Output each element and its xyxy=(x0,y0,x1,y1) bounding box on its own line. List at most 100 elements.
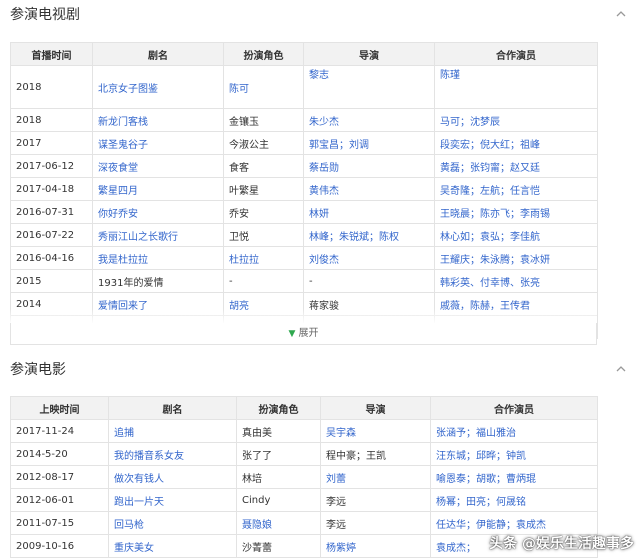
cell-costars: 林心如；袁弘；李佳航 xyxy=(434,223,598,247)
title-link[interactable]: 繁星四月 xyxy=(98,186,138,197)
director-link[interactable]: 林峰；朱锐斌；陈权 xyxy=(309,232,399,243)
title-link[interactable]: 你好乔安 xyxy=(98,209,138,220)
role-text: 张了了 xyxy=(242,450,272,462)
col-header-role: 扮演角色 xyxy=(223,42,304,66)
col-header-director: 导演 xyxy=(303,42,435,66)
title-link[interactable]: 重庆美女 xyxy=(114,543,154,554)
cell-title: 我是杜拉拉 xyxy=(92,246,224,270)
director-text: 李远 xyxy=(326,519,346,531)
cell-title: 你好乔安 xyxy=(92,200,224,224)
col-header-costars: 合作演员 xyxy=(434,42,598,66)
title-link[interactable]: 做次有钱人 xyxy=(114,474,164,485)
expand-button[interactable]: ▼ 展开 xyxy=(10,323,597,345)
cell-director: 刘俊杰 xyxy=(303,246,435,270)
cell-date: 2012-08-17 xyxy=(10,465,109,489)
costars-link[interactable]: 汪东城；邱晔；钟凯 xyxy=(436,451,526,462)
director-link[interactable]: 刘俊杰 xyxy=(309,255,339,266)
costars-link[interactable]: 段奕宏；倪大红；祖峰 xyxy=(440,140,540,151)
costars-link[interactable]: 袁成杰； xyxy=(436,543,476,554)
director-link[interactable]: 黄伟杰 xyxy=(309,186,339,197)
costars-link[interactable]: 王耀庆；朱泳腾；袁冰妍 xyxy=(440,255,550,266)
cell-director: 李远 xyxy=(320,511,431,535)
costars-link[interactable]: 张涵予；福山雅治 xyxy=(436,428,516,439)
title-link[interactable]: 追捕 xyxy=(114,428,134,439)
role-text: 金镶玉 xyxy=(229,116,259,128)
table-row: 2017-04-18 繁星四月 叶繁星 黄伟杰 吴奇隆；左航；任言恺 xyxy=(10,177,598,201)
cell-title: 追捕 xyxy=(108,419,237,443)
role-text: 今淑公主 xyxy=(229,139,269,151)
cell-title: 秀丽江山之长歌行 xyxy=(92,223,224,247)
cell-date: 2017 xyxy=(10,131,93,155)
role-text: Cindy xyxy=(242,494,271,506)
cell-date: 2017-06-12 xyxy=(10,154,93,178)
cell-role: 今淑公主 xyxy=(223,131,304,155)
title-link[interactable]: 新龙门客栈 xyxy=(98,117,148,128)
cell-role: 沙菁蕾 xyxy=(236,534,321,558)
costars-link[interactable]: 任达华；伊能静；袁成杰 xyxy=(436,520,546,531)
title-link[interactable]: 谋圣鬼谷子 xyxy=(98,140,148,151)
director-link[interactable]: 朱少杰 xyxy=(309,117,339,128)
date-text: 2009-10-16 xyxy=(16,540,75,552)
director-link[interactable]: 蔡岳勋 xyxy=(309,163,339,174)
director-link[interactable]: 郭宝昌；刘调 xyxy=(309,140,369,151)
cell-date: 2016-07-31 xyxy=(10,200,93,224)
title-link[interactable]: 回马枪 xyxy=(114,520,144,531)
role-link[interactable]: 聂隐娘 xyxy=(242,520,272,531)
director-link[interactable]: 吴宇森 xyxy=(326,428,356,439)
table-header-row: 首播时间 剧名 扮演角色 导演 合作演员 xyxy=(10,42,598,66)
col-header-director: 导演 xyxy=(320,396,431,420)
cell-title: 新龙门客栈 xyxy=(92,108,224,132)
costars-link[interactable]: 吴奇隆；左航；任言恺 xyxy=(440,186,540,197)
title-text: 1931年的爱情 xyxy=(98,277,164,289)
cell-costars: 任达华；伊能静；袁成杰 xyxy=(430,511,598,535)
cell-date: 2017-11-24 xyxy=(10,419,109,443)
director-link[interactable]: 杨紫婷 xyxy=(326,543,356,554)
costars-link[interactable]: 杨幂；田亮；何晟铭 xyxy=(436,497,526,508)
role-text: 乔安 xyxy=(229,208,249,220)
cell-date: 2017-04-18 xyxy=(10,177,93,201)
costars-link[interactable]: 黄磊；张钧甯；赵又廷 xyxy=(440,163,540,174)
chevron-up-icon[interactable] xyxy=(616,365,626,375)
date-text: 2017 xyxy=(16,137,42,149)
table-row: 2016-07-22 秀丽江山之长歌行 卫悦 林峰；朱锐斌；陈权 林心如；袁弘；李佳航 xyxy=(10,223,598,247)
costars-link[interactable]: 林心如；袁弘；李佳航 xyxy=(440,232,540,243)
costars-link[interactable]: 陈瑾 xyxy=(440,70,460,81)
cell-costars: 王耀庆；朱泳腾；袁冰妍 xyxy=(434,246,598,270)
role-link[interactable]: 杜拉拉 xyxy=(229,255,259,266)
watermark: 头条 @娱乐生活趣事多 xyxy=(489,536,634,552)
role-text: - xyxy=(229,275,233,287)
cell-date: 2018 xyxy=(10,108,93,132)
costars-link[interactable]: 王晓晨；陈亦飞；李雨锡 xyxy=(440,209,550,220)
cell-director: 杨紫婷 xyxy=(320,534,431,558)
cell-date: 2012-06-01 xyxy=(10,488,109,512)
col-header-title: 剧名 xyxy=(108,396,237,420)
table-row: 2017-11-24 追捕 真由美 吴宇森 张涵予；福山雅治 xyxy=(10,419,598,443)
director-link[interactable]: 林妍 xyxy=(309,209,329,220)
title-link[interactable]: 深夜食堂 xyxy=(98,163,138,174)
costars-link[interactable]: 韩彩英、付幸博、张亮 xyxy=(440,278,540,289)
title-link[interactable]: 北京女子图鉴 xyxy=(98,84,158,95)
role-link[interactable]: 陈可 xyxy=(229,84,249,95)
cell-title: 北京女子图鉴 xyxy=(92,65,224,109)
title-link[interactable]: 秀丽江山之长歌行 xyxy=(98,232,178,243)
cell-date: 2018 xyxy=(10,65,93,109)
date-text: 2018 xyxy=(16,114,42,126)
chevron-up-icon[interactable] xyxy=(616,10,626,20)
title-link[interactable]: 我是杜拉拉 xyxy=(98,255,148,266)
date-text: 2016-07-31 xyxy=(16,206,75,218)
director-link[interactable]: 刘蕾 xyxy=(326,474,346,485)
cell-role: 陈可 xyxy=(223,65,304,109)
role-text: 食客 xyxy=(229,162,249,174)
cell-role: 张了了 xyxy=(236,442,321,466)
table-row: 2017 谋圣鬼谷子 今淑公主 郭宝昌；刘调 段奕宏；倪大红；祖峰 xyxy=(10,131,598,155)
costars-link[interactable]: 喻恩泰；胡歌；曹炳琨 xyxy=(436,474,536,485)
table-row: 2016-07-31 你好乔安 乔安 林妍 王晓晨；陈亦飞；李雨锡 xyxy=(10,200,598,224)
chevron-down-icon: ▼ xyxy=(288,329,296,339)
title-link[interactable]: 我的播音系女友 xyxy=(114,451,184,462)
cell-title: 做次有钱人 xyxy=(108,465,237,489)
costars-link[interactable]: 马可；沈梦辰 xyxy=(440,117,500,128)
title-link[interactable]: 跑出一片天 xyxy=(114,497,164,508)
tv-table: 首播时间 剧名 扮演角色 导演 合作演员 2018 北京女子图鉴 陈可 黎志 陈瑾 201… xyxy=(10,42,598,339)
table-row: 2012-06-01 跑出一片天 Cindy 李远 杨幂；田亮；何晟铭 xyxy=(10,488,598,512)
director-link[interactable]: 黎志 xyxy=(309,70,329,81)
